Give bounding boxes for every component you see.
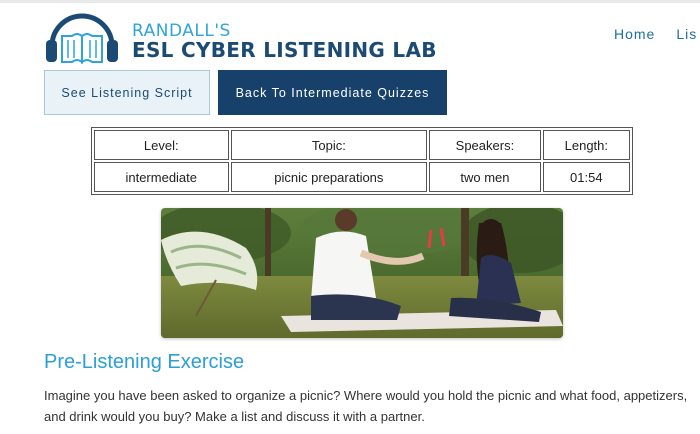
header-topic: Topic:: [230, 130, 428, 160]
headphones-book-icon: [46, 13, 118, 65]
nav-listening-link[interactable]: Lis: [676, 26, 697, 42]
back-to-quizzes-button[interactable]: Back To Intermediate Quizzes: [218, 70, 447, 115]
value-topic: picnic preparations: [230, 162, 428, 192]
header-length: Length:: [542, 130, 630, 160]
header-speakers: Speakers:: [429, 130, 541, 160]
section-paragraph: Imagine you have been asked to organize …: [44, 388, 688, 424]
value-speakers: two men: [429, 162, 541, 192]
picnic-photo: [161, 208, 563, 338]
section-title: Pre-Listening Exercise: [44, 351, 245, 373]
value-level: intermediate: [94, 162, 229, 192]
picnic-illustration: [161, 208, 563, 338]
brand-main-line: ESL CYBER LISTENING LAB: [132, 38, 437, 62]
table-value-row: intermediate picnic preparations two men…: [94, 162, 630, 192]
site-logo[interactable]: RANDALL'S ESL CYBER LISTENING LAB: [44, 6, 436, 66]
see-listening-script-button[interactable]: See Listening Script: [44, 70, 210, 115]
top-border: [0, 0, 700, 3]
quiz-info-table: Level: Topic: Speakers: Length: intermed…: [91, 127, 633, 195]
header-level: Level:: [94, 130, 229, 160]
value-length: 01:54: [542, 162, 630, 192]
table-header-row: Level: Topic: Speakers: Length:: [94, 130, 630, 160]
nav-home-link[interactable]: Home: [614, 26, 655, 42]
main-nav: Home Lis: [614, 26, 700, 42]
